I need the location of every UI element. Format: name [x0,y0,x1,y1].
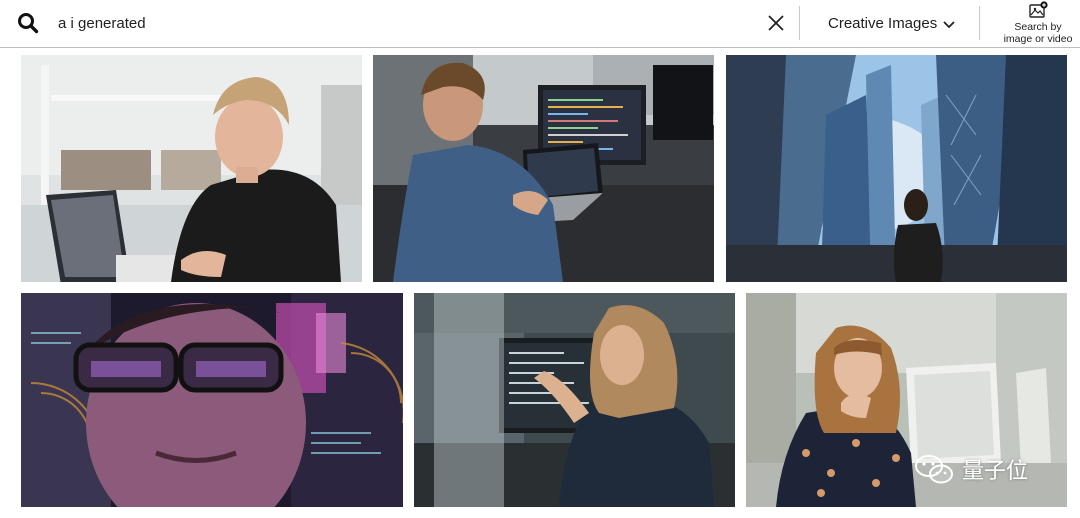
result-image[interactable] [373,55,714,282]
divider [979,6,980,40]
result-image[interactable] [21,55,362,282]
search-icon[interactable] [17,12,39,34]
search-by-label-line2: image or video [1003,33,1073,45]
wechat-logo-icon [915,455,953,484]
chevron-down-icon [943,20,955,28]
search-by-label-line1: Search by [1014,21,1062,33]
watermark-text: 量子位 [962,459,1029,484]
result-image[interactable] [414,293,735,507]
camera-upload-icon [1029,1,1048,18]
search-by-image-button[interactable]: Search by image or video [996,0,1080,47]
content-type-label: Creative Images [828,14,938,32]
content-type-dropdown[interactable]: Creative Images [814,8,964,38]
close-icon[interactable] [765,12,787,34]
result-image[interactable] [726,55,1067,282]
search-input[interactable] [58,11,698,35]
result-image[interactable] [21,293,403,507]
search-bar: Creative Images Search by image or video [0,0,1080,48]
watermark: 量子位 [914,450,1028,488]
divider [799,6,800,40]
